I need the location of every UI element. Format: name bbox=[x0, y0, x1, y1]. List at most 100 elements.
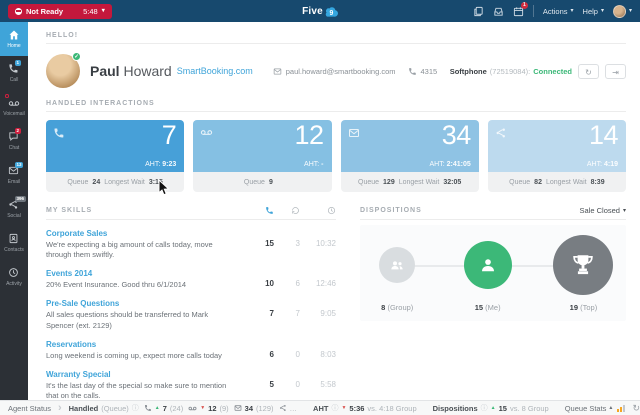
skills-section-label: MY SKILLS bbox=[46, 207, 248, 214]
chat-icon: 2 bbox=[8, 131, 20, 143]
disconnect-station-button[interactable]: ⇥ bbox=[605, 64, 626, 79]
divider bbox=[360, 219, 626, 220]
chat-badge: 2 bbox=[15, 128, 21, 134]
company-link[interactable]: SmartBooking.com bbox=[177, 66, 253, 76]
cloud-logo-icon: 9 bbox=[323, 5, 338, 17]
dispositions-chart: 8 (Group) 15 (Me) 19 (Top) bbox=[360, 225, 626, 321]
voicemails-queue-footer: Queue9 bbox=[193, 172, 331, 192]
skill-link[interactable]: Reservations bbox=[46, 340, 248, 349]
topbar-right: 1 Actions ▾ Help ▾ ▾ bbox=[473, 5, 632, 18]
statusbar-voicemails[interactable]: ▼ 12 (9) bbox=[188, 404, 228, 413]
statusbar-social[interactable]: … bbox=[279, 404, 298, 413]
agent-status-pill[interactable]: Not Ready 5:48 ▾ bbox=[8, 4, 112, 19]
user-menu[interactable]: ▾ bbox=[613, 5, 632, 18]
skill-row: Warranty Special It's the last day of th… bbox=[46, 370, 336, 400]
trend-up-icon: ▲ bbox=[155, 405, 160, 411]
skill-time: 8:03 bbox=[320, 350, 336, 359]
agent-status-segment[interactable]: Agent Status bbox=[8, 404, 51, 413]
email-icon bbox=[348, 126, 360, 144]
voicemail-icon bbox=[200, 126, 213, 144]
sidebar-item-contacts[interactable]: Contacts bbox=[0, 226, 28, 260]
calls-card-tile[interactable]: 7 AHT: 9:23 bbox=[46, 120, 184, 172]
inbox-tray-icon[interactable] bbox=[493, 6, 504, 17]
skill-link[interactable]: Events 2014 bbox=[46, 269, 248, 278]
social-card-tile[interactable]: 14 AHT: 4:19 bbox=[488, 120, 626, 172]
refresh-station-button[interactable]: ↻ bbox=[578, 64, 599, 79]
voicemail-alert-dot bbox=[5, 94, 9, 98]
call-badge: 1 bbox=[15, 60, 21, 66]
sidebar-item-email[interactable]: 13 Email bbox=[0, 158, 28, 192]
statusbar-aht[interactable]: AHT ⓘ ▼ 5:36 vs. 4:18 Group bbox=[313, 403, 417, 413]
skill-link[interactable]: Corporate Sales bbox=[46, 229, 248, 238]
user-avatar bbox=[613, 5, 626, 18]
skill-link[interactable]: Warranty Special bbox=[46, 370, 248, 379]
sidebar-item-chat[interactable]: 2 Chat bbox=[0, 124, 28, 158]
contacts-icon bbox=[8, 233, 20, 245]
sidebar-item-activity[interactable]: Activity bbox=[0, 260, 28, 294]
skill-row: Reservations Long weekend is coming up, … bbox=[46, 340, 336, 361]
sidebar-item-call[interactable]: 1 Call bbox=[0, 56, 28, 90]
agent-name: Paul Howard bbox=[90, 63, 172, 79]
statusbar-dispositions[interactable]: Dispositions ⓘ ▲ 15 vs. 8 Group bbox=[433, 403, 549, 413]
disposition-filter-dropdown[interactable]: Sale Closed ▾ bbox=[580, 206, 626, 215]
emails-card-tile[interactable]: 34 AHT: 2:41:05 bbox=[341, 120, 479, 172]
scripts-icon[interactable] bbox=[473, 6, 484, 17]
emails-card: 34 AHT: 2:41:05 Queue129 Longest Wait32:… bbox=[341, 120, 479, 192]
social-queue-footer: Queue82 Longest Wait8:39 bbox=[488, 172, 626, 192]
emails-count: 34 bbox=[442, 120, 471, 151]
caret-down-icon: ▾ bbox=[571, 8, 574, 14]
phone-icon: 1 bbox=[8, 63, 20, 75]
trend-down-icon: ▼ bbox=[341, 405, 346, 411]
status-timer: 5:48 bbox=[83, 7, 98, 16]
sidebar-item-voicemail[interactable]: Voicemail bbox=[0, 90, 28, 124]
not-ready-icon bbox=[15, 8, 22, 15]
calls-column-icon bbox=[265, 206, 274, 215]
emails-aht: AHT: 2:41:05 bbox=[429, 161, 470, 168]
online-check-icon: ✓ bbox=[72, 52, 81, 61]
refresh-icon[interactable]: ↻ bbox=[632, 404, 640, 413]
softphone-connected-badge: Connected bbox=[533, 67, 572, 76]
actions-menu[interactable]: Actions ▾ bbox=[543, 7, 574, 16]
dispositions-panel: DISPOSITIONS Sale Closed ▾ 8 (Group) bbox=[360, 206, 626, 400]
lower-columns: MY SKILLS Corporate Sales We're bbox=[46, 206, 626, 400]
skill-row: Pre-Sale Questions All sales questions s… bbox=[46, 299, 336, 330]
skill-calls: 5 bbox=[270, 380, 274, 389]
top-circle bbox=[553, 235, 613, 295]
skill-link[interactable]: Pre-Sale Questions bbox=[46, 299, 248, 308]
sidebar: Home 1 Call Voicemail 2 Chat bbox=[0, 22, 28, 400]
share-icon bbox=[495, 126, 507, 144]
sidebar-item-social[interactable]: 396 Social bbox=[0, 192, 28, 226]
callbacks-column-icon bbox=[291, 206, 300, 215]
statusbar-calls[interactable]: ▲ 7 (24) bbox=[144, 404, 183, 413]
skill-time: 5:58 bbox=[320, 380, 336, 389]
caret-down-icon: ▾ bbox=[623, 208, 626, 214]
five9-dashboard: Not Ready 5:48 ▾ Five 9 1 Acti bbox=[0, 0, 640, 415]
agent-email[interactable]: paul.howard@smartbooking.com bbox=[273, 67, 396, 76]
voicemails-card-tile[interactable]: 12 AHT: - bbox=[193, 120, 331, 172]
logo-digit: 9 bbox=[329, 10, 333, 17]
skill-text: Pre-Sale Questions All sales questions s… bbox=[46, 299, 248, 330]
social-badge: 396 bbox=[15, 196, 26, 202]
queue-stats-toggle[interactable]: Queue Stats ▴ bbox=[565, 404, 613, 413]
sidebar-item-home[interactable]: Home bbox=[0, 22, 28, 56]
voicemail-icon bbox=[8, 97, 20, 109]
breadcrumb-chevron-icon: › bbox=[58, 403, 62, 414]
five9-logo: Five 9 bbox=[302, 0, 338, 22]
help-menu[interactable]: Help ▾ bbox=[583, 7, 604, 16]
me-circle bbox=[464, 241, 512, 289]
agent-extension[interactable]: 4315 bbox=[408, 67, 438, 76]
handled-segment[interactable]: Handled (Queue) ⓘ bbox=[69, 403, 139, 413]
statusbar-emails[interactable]: 34 (129) bbox=[234, 404, 274, 413]
divider bbox=[46, 219, 336, 220]
handled-cards: 7 AHT: 9:23 Queue24 Longest Wait3:15 12 … bbox=[46, 120, 626, 192]
calls-queue-footer: Queue24 Longest Wait3:15 bbox=[46, 172, 184, 192]
caret-down-icon: ▾ bbox=[102, 8, 105, 14]
signal-bars-icon[interactable] bbox=[617, 404, 625, 412]
calendar-icon[interactable]: 1 bbox=[513, 6, 524, 17]
social-card: 14 AHT: 4:19 Queue82 Longest Wait8:39 bbox=[488, 120, 626, 192]
group-stat: 8 (Group) bbox=[381, 303, 413, 312]
skill-text: Events 2014 20% Event Insurance. Good th… bbox=[46, 269, 248, 290]
group-circle bbox=[379, 247, 415, 283]
skill-time: 9:05 bbox=[320, 309, 336, 318]
skill-callbacks: 0 bbox=[296, 380, 300, 389]
